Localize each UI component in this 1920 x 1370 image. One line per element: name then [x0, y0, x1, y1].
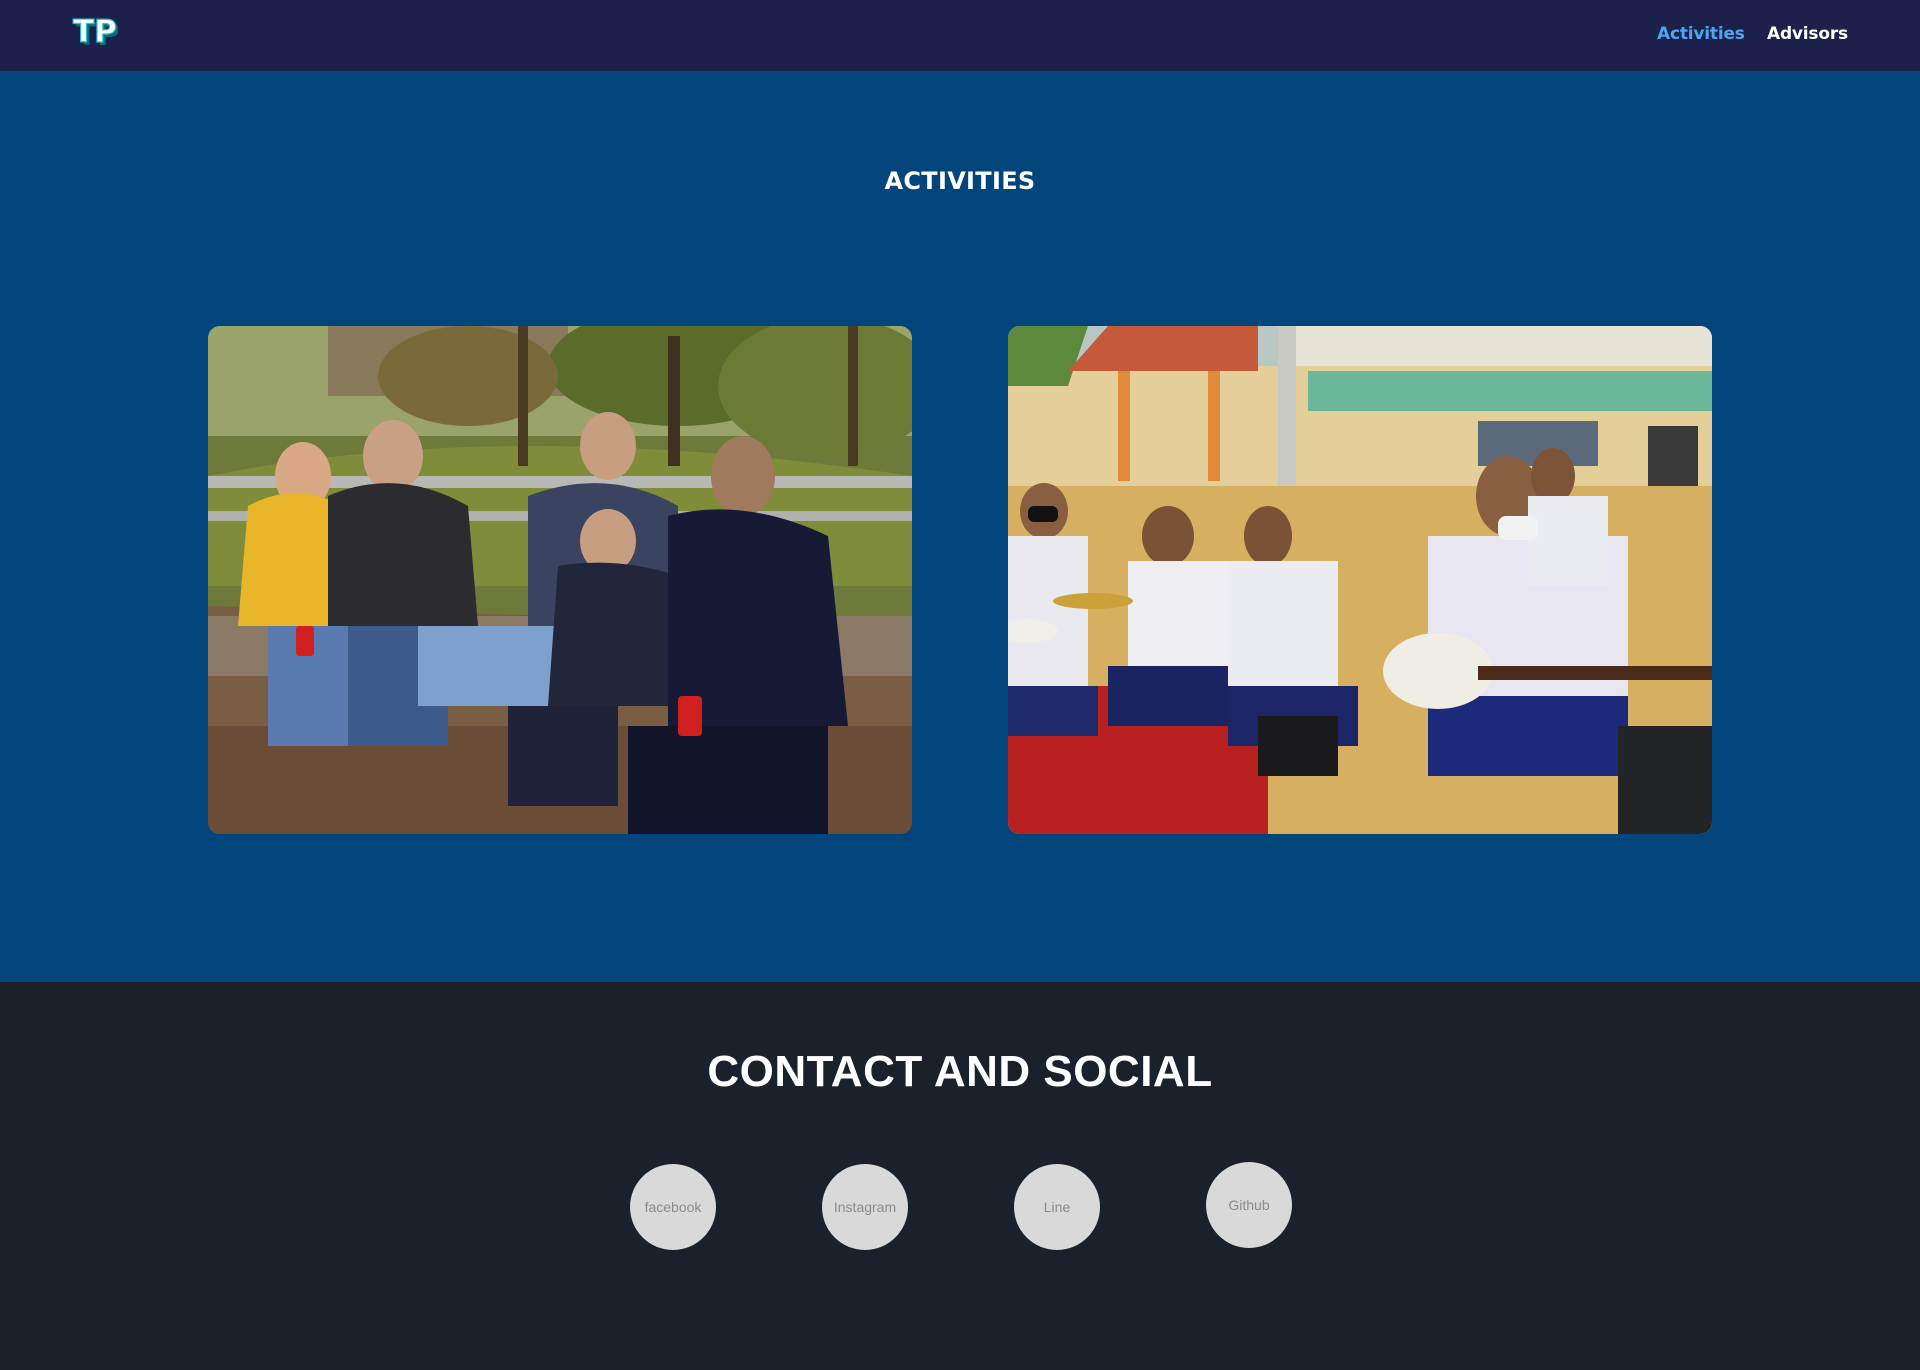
contact-section: CONTACT AND SOCIAL facebook Instagram Li… [0, 982, 1920, 1370]
activities-section: ACTIVITIES [0, 71, 1920, 982]
activity-photo-friends [208, 326, 912, 834]
svg-text:TP: TP [73, 14, 117, 50]
logo-icon: TP TP [72, 13, 118, 52]
activities-title: ACTIVITIES [884, 167, 1036, 195]
contact-title: CONTACT AND SOCIAL [707, 1047, 1213, 1096]
facebook-link[interactable]: facebook [630, 1164, 716, 1250]
github-link[interactable]: Github [1206, 1162, 1292, 1248]
line-link[interactable]: Line [1014, 1164, 1100, 1250]
nav-link-activities[interactable]: Activities [1657, 24, 1745, 44]
instagram-link[interactable]: Instagram [822, 1164, 908, 1250]
top-navbar: TP TP Activities Advisors [0, 0, 1920, 71]
nav-link-advisors[interactable]: Advisors [1767, 24, 1848, 44]
site-logo[interactable]: TP TP [72, 12, 118, 52]
activity-photo-music-band [1008, 326, 1712, 834]
